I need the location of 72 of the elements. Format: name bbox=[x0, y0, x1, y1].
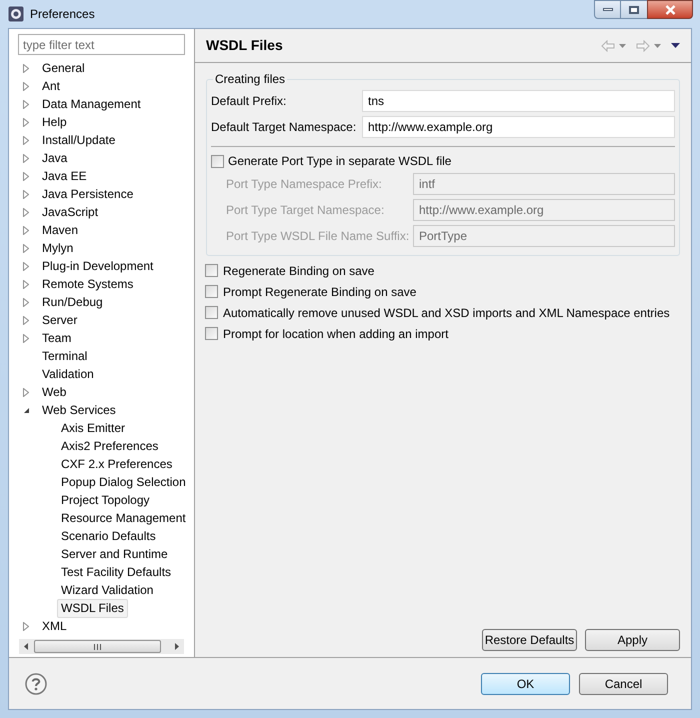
page-title: WSDL Files bbox=[206, 36, 284, 55]
maximize-button[interactable] bbox=[621, 0, 647, 19]
tree-item[interactable]: Popup Dialog Selection bbox=[57, 472, 190, 492]
app-icon bbox=[8, 6, 24, 22]
checkbox-label: Generate Port Type in separate WSDL file bbox=[228, 153, 452, 170]
tree-item[interactable]: Maven bbox=[38, 220, 82, 240]
minimize-button[interactable] bbox=[594, 0, 621, 19]
expanded-arrow-icon[interactable] bbox=[23, 406, 30, 414]
dialog-button[interactable]: Apply bbox=[585, 629, 680, 651]
tree-item[interactable]: Team bbox=[38, 328, 76, 348]
checkbox-label: Prompt for location when adding an import bbox=[223, 326, 448, 342]
tree-item[interactable]: Java Persistence bbox=[38, 184, 138, 204]
close-button[interactable] bbox=[647, 0, 693, 19]
checkbox[interactable] bbox=[205, 285, 218, 298]
text-field[interactable]: http://www.example.org bbox=[362, 116, 675, 138]
field-label: Port Type WSDL File Name Suffix: bbox=[226, 228, 410, 245]
tree-item[interactable]: Server and Runtime bbox=[57, 544, 172, 564]
tree-item[interactable]: Terminal bbox=[38, 346, 92, 366]
filter-field[interactable]: type filter text bbox=[18, 34, 185, 55]
close-icon bbox=[664, 4, 676, 14]
tree-item[interactable]: General bbox=[38, 58, 89, 78]
tree-item[interactable]: Resource Management bbox=[57, 508, 190, 528]
dialog-button[interactable]: Restore Defaults bbox=[482, 629, 577, 651]
tree-item[interactable]: Plug-in Development bbox=[38, 256, 158, 276]
tree-item[interactable]: Remote Systems bbox=[38, 274, 138, 294]
tree-item[interactable]: Scenario Defaults bbox=[57, 526, 160, 546]
tree-item[interactable]: Server bbox=[38, 310, 82, 330]
checkbox-label: Regenerate Binding on save bbox=[223, 262, 374, 280]
window-title: Preferences bbox=[30, 6, 95, 23]
tree-item[interactable]: Axis2 Preferences bbox=[57, 436, 162, 456]
tree-item[interactable]: Web bbox=[38, 382, 70, 402]
tree-item[interactable]: Install/Update bbox=[38, 130, 120, 150]
field-label: Port Type Namespace Prefix: bbox=[226, 176, 383, 193]
field-label: Port Type Target Namespace: bbox=[226, 202, 386, 219]
text-field[interactable]: tns bbox=[362, 90, 675, 112]
tree-item[interactable]: Web Services bbox=[38, 400, 120, 420]
dialog-button[interactable]: OK bbox=[481, 672, 570, 694]
field-label: Default Target Namespace: bbox=[211, 119, 358, 136]
horizontal-scrollbar[interactable] bbox=[19, 639, 184, 654]
tree-item[interactable]: XML bbox=[38, 616, 71, 636]
checkbox[interactable] bbox=[205, 327, 218, 340]
tree-item[interactable]: Wizard Validation bbox=[57, 580, 158, 600]
collapsed-arrow-icon[interactable] bbox=[23, 388, 29, 396]
checkbox-label: Prompt Regenerate Binding on save bbox=[223, 284, 416, 300]
forward-arrow-icon[interactable] bbox=[636, 40, 650, 52]
group-title: Creating files bbox=[214, 71, 286, 88]
collapsed-arrow-icon[interactable] bbox=[23, 622, 29, 630]
tree-item[interactable]: Ant bbox=[38, 76, 64, 96]
help-icon[interactable] bbox=[25, 672, 47, 694]
tree-item[interactable]: JavaScript bbox=[38, 202, 102, 222]
tree-item[interactable]: Run/Debug bbox=[38, 292, 107, 312]
checkbox[interactable] bbox=[205, 306, 218, 319]
tree-item[interactable]: Help bbox=[38, 112, 71, 132]
tree-item[interactable]: Test Facility Defaults bbox=[57, 562, 176, 582]
field-label: Default Prefix: bbox=[211, 93, 288, 110]
tree-item[interactable]: CXF 2.x Preferences bbox=[57, 454, 176, 474]
tree-item[interactable]: Project Topology bbox=[57, 490, 154, 510]
tree-item[interactable]: Axis Emitter bbox=[57, 418, 130, 438]
tree-item[interactable]: WSDL Files bbox=[57, 598, 128, 618]
view-menu-icon[interactable] bbox=[671, 43, 680, 48]
tree-item[interactable]: Mylyn bbox=[38, 238, 78, 258]
tree-item[interactable]: Data Management bbox=[38, 94, 145, 114]
checkbox[interactable] bbox=[205, 264, 218, 277]
dropdown-caret-icon[interactable] bbox=[619, 44, 626, 48]
dropdown-caret-icon[interactable] bbox=[654, 44, 661, 48]
tree-item[interactable]: Java bbox=[38, 148, 72, 168]
back-arrow-icon[interactable] bbox=[601, 40, 615, 52]
tree-item[interactable]: Validation bbox=[38, 364, 98, 384]
dialog-button[interactable]: Cancel bbox=[579, 672, 668, 694]
checkbox[interactable] bbox=[211, 154, 224, 168]
checkbox-label: Automatically remove unused WSDL and XSD imports and XML Namespace entries bbox=[223, 304, 670, 322]
tree-item[interactable]: Java EE bbox=[38, 166, 91, 186]
